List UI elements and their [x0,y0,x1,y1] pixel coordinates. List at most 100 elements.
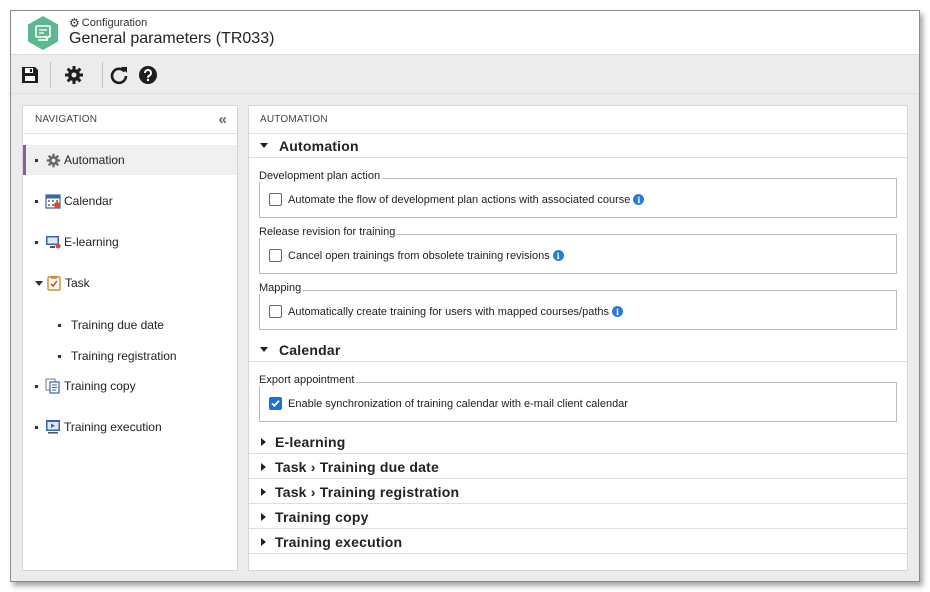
save-button[interactable] [18,63,42,87]
group-legend: Export appointment [259,374,357,386]
section-e-learning-header[interactable]: E-learning [249,430,907,454]
sidebar-subitem-training-due-date[interactable]: Training due date [23,312,237,338]
info-icon[interactable]: i [633,194,645,205]
sidebar-item-label: E-learning [64,235,119,249]
option-row: Cancel open trainings from obsolete trai… [269,249,564,262]
save-icon [22,67,38,83]
caret-right-icon [261,512,266,521]
toolbar-separator [102,62,103,88]
help-icon [139,66,157,84]
section-title: Calendar [279,341,341,358]
caret-down-icon [260,143,268,148]
caret-right-icon [261,437,266,446]
main-panel-header: AUTOMATION [249,106,907,134]
sidebar-item-label: Training registration [71,349,177,363]
bullet [35,425,38,429]
caret-down-icon [260,347,268,352]
section-title: Automation [279,137,359,154]
group-mapping: Mapping Automatically create training fo… [259,282,897,330]
caret-right-icon [261,487,266,496]
clipboard-check-icon [46,275,62,291]
section-training-execution-header[interactable]: Training execution [249,530,907,554]
gear-icon [65,66,83,84]
gear-icon: ⚙ [69,16,80,30]
group-export-appointment: Export appointment Enable synchronizatio… [259,374,897,422]
section-title: E-learning [275,433,346,450]
section-title: Training execution [275,533,403,550]
option-row: Automate the flow of development plan ac… [269,193,645,206]
copy-icon [45,378,61,394]
navigation-title: NAVIGATION [35,114,98,125]
help-button[interactable] [136,63,160,87]
section-title: Training copy [275,508,369,525]
bullet [58,323,61,327]
sidebar-item-label: Task [65,276,90,290]
section-title: Task › Training registration [275,483,460,500]
option-label: Cancel open trainings from obsolete trai… [288,249,550,262]
info-icon[interactable]: i [612,306,623,317]
auto-create-training-checkbox[interactable] [269,305,282,318]
app-logo-icon [28,16,58,50]
option-row: Enable synchronization of training calen… [269,397,628,410]
group-legend: Release revision for training [259,226,398,238]
page-title: General parameters (TR033) [69,30,275,47]
sidebar-item-label: Automation [64,153,125,167]
sidebar-item-label: Training execution [64,420,162,434]
sidebar-item-label: Training copy [64,379,136,393]
monitor-icon [45,234,61,250]
caret-right-icon [261,537,266,546]
bullet [35,199,38,203]
collapse-panel-button[interactable]: « [218,106,227,134]
sidebar-item-calendar[interactable]: Calendar [23,186,237,216]
bullet [35,240,38,244]
group-release-revision: Release revision for training Cancel ope… [259,226,897,274]
section-training-copy-header[interactable]: Training copy [249,505,907,529]
cancel-open-trainings-checkbox[interactable] [269,249,282,262]
breadcrumb-label: Configuration [81,17,148,29]
bullet [35,384,38,388]
section-task-registration-header[interactable]: Task › Training registration [249,480,907,504]
settings-button[interactable] [62,63,86,87]
refresh-icon [110,67,128,85]
navigation-header: NAVIGATION « [23,106,237,134]
refresh-button[interactable] [107,63,131,87]
bullet [58,354,61,358]
group-development-plan-action: Development plan action Automate the flo… [259,170,897,218]
option-label: Enable synchronization of training calen… [288,397,628,410]
app-window: ⚙ Configuration General parameters (TR03… [10,10,920,582]
gear-icon [45,152,61,168]
option-row: Automatically create training for users … [269,305,623,318]
navigation-panel: NAVIGATION « Automation Calendar E-learn… [22,105,238,571]
toolbar-separator [50,62,51,88]
header: ⚙ Configuration General parameters (TR03… [11,11,919,55]
sidebar-item-automation[interactable]: Automation [23,145,237,175]
section-automation-header[interactable]: Automation [249,134,907,158]
main-panel: AUTOMATION Automation Development plan a… [248,105,908,571]
automate-flow-checkbox[interactable] [269,193,282,206]
sidebar-item-task[interactable]: Task [23,268,237,298]
breadcrumb: ⚙ Configuration [69,17,147,29]
caret-right-icon [261,462,266,471]
section-task-due-date-header[interactable]: Task › Training due date [249,455,907,479]
sidebar-item-training-execution[interactable]: Training execution [23,412,237,442]
checkmark-icon [271,400,280,408]
sidebar-item-label: Training due date [71,318,164,332]
enable-sync-checkbox[interactable] [269,397,282,410]
sidebar-item-training-copy[interactable]: Training copy [23,371,237,401]
info-icon[interactable]: i [552,250,564,261]
expand-arrow-icon[interactable] [35,280,43,286]
sidebar-subitem-training-registration[interactable]: Training registration [23,343,237,369]
presentation-icon [45,419,61,435]
option-label: Automate the flow of development plan ac… [288,193,631,206]
option-label: Automatically create training for users … [288,305,609,318]
toolbar [11,56,919,94]
section-calendar-header[interactable]: Calendar [249,338,907,362]
calendar-icon [45,193,61,209]
group-legend: Mapping [259,282,304,294]
group-legend: Development plan action [259,170,383,182]
section-title: Task › Training due date [275,458,440,475]
bullet [35,158,38,162]
sidebar-item-label: Calendar [64,194,113,208]
sidebar-item-e-learning[interactable]: E-learning [23,227,237,257]
main-panel-title: AUTOMATION [260,114,328,125]
